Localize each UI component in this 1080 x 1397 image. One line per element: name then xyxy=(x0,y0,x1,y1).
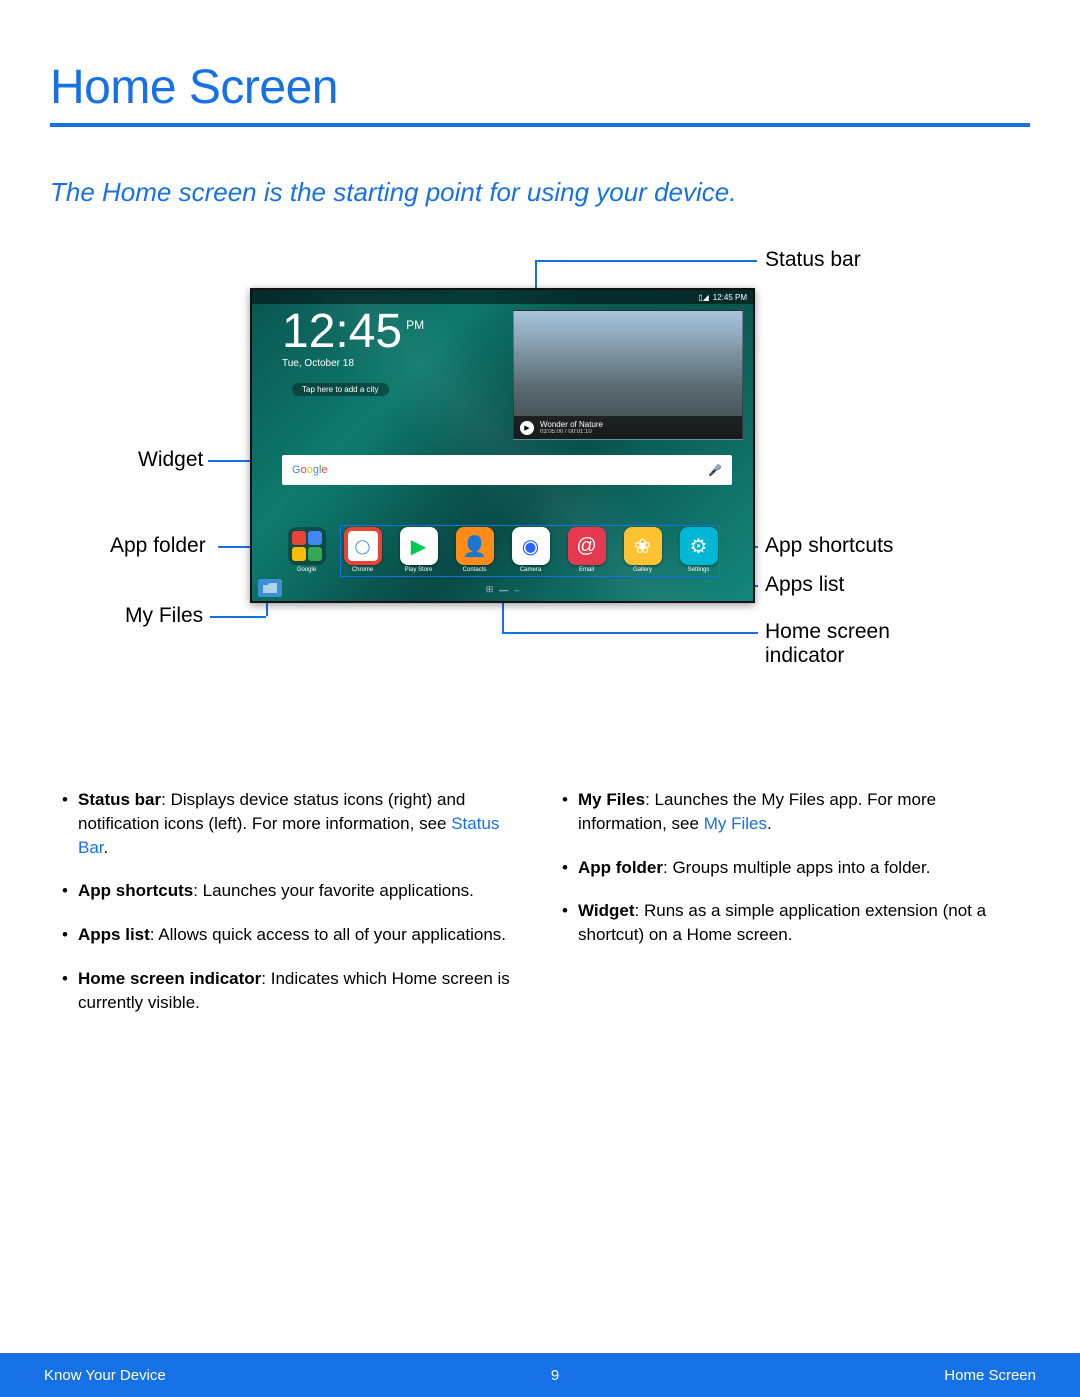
app-icon: ◉ xyxy=(512,527,550,565)
app-icon: @ xyxy=(568,527,606,565)
app-settings: ⚙ Settings xyxy=(678,527,720,573)
app-label: Chrome xyxy=(352,567,373,573)
bullet-term: My Files xyxy=(578,790,645,809)
bullet-term: App folder xyxy=(578,858,663,877)
video-title: Wonder of Nature xyxy=(540,420,736,429)
callout-status-bar: Status bar xyxy=(765,248,861,272)
app-contacts: 👤 Contacts xyxy=(454,527,496,573)
app-label: Google xyxy=(297,567,316,573)
app-label: Email xyxy=(579,567,594,573)
footer: Know Your Device 9 Home Screen xyxy=(0,1353,1080,1397)
footer-right: Home Screen xyxy=(944,1367,1036,1384)
video-widget: ▶ Wonder of Nature 03:05:00 / 00:01:10 xyxy=(513,310,743,440)
page-indicator: ⊞ — – xyxy=(486,584,520,595)
app-label: Camera xyxy=(520,567,541,573)
callout-line xyxy=(210,616,266,618)
device-status-bar: ▯◢ 12:45 PM xyxy=(252,290,753,304)
app-label: Gallery xyxy=(633,567,652,573)
mic-icon: 🎤 xyxy=(708,464,722,477)
callout-home-indicator: Home screen indicator xyxy=(765,620,945,668)
callout-app-shortcuts: App shortcuts xyxy=(765,534,893,558)
callout-line xyxy=(502,632,758,634)
diagram: Status bar Widget App folder My Files Ap… xyxy=(70,248,1010,728)
bullet-item: App folder: Groups multiple apps into a … xyxy=(560,856,1020,880)
app-email: @ Email xyxy=(566,527,608,573)
play-icon: ▶ xyxy=(520,421,534,435)
status-time: 12:45 PM xyxy=(713,293,747,302)
app-play-store: ▶ Play Store xyxy=(398,527,440,573)
signal-icon: ▯◢ xyxy=(698,293,709,302)
indicator-dot: – xyxy=(514,585,519,595)
google-logo: Google xyxy=(292,464,328,476)
app-icon: ◯ xyxy=(344,527,382,565)
callout-apps-list: Apps list xyxy=(765,573,844,597)
clock-time: 12:45 xyxy=(282,308,402,356)
bullet-term: Home screen indicator xyxy=(78,969,261,988)
app-icon: ▶ xyxy=(400,527,438,565)
bullet-term: App shortcuts xyxy=(78,881,193,900)
app-label: Play Store xyxy=(405,567,433,573)
clock-tap-hint: Tap here to add a city xyxy=(292,383,389,396)
bullet-item: Apps list: Allows quick access to all of… xyxy=(60,923,520,947)
callout-widget: Widget xyxy=(138,448,203,472)
subtitle: The Home screen is the starting point fo… xyxy=(50,177,1030,208)
bullet-term: Status bar xyxy=(78,790,161,809)
indicator-dot: — xyxy=(499,585,508,595)
callout-app-folder: App folder xyxy=(110,534,206,558)
callout-line xyxy=(535,260,757,262)
bullet-term: Widget xyxy=(578,901,635,920)
app-label: Contacts xyxy=(463,567,487,573)
tablet-screenshot: ▯◢ 12:45 PM 12:45 PM Tue, October 18 Tap … xyxy=(250,288,755,603)
app-camera: ◉ Camera xyxy=(510,527,552,573)
app-gallery: ❀ Gallery xyxy=(622,527,664,573)
app-dock: Google ◯ Chrome ▶ Play Store 👤 Contacts ◉ Camera… xyxy=(252,527,753,573)
apps-list-indicator-icon: ⊞ xyxy=(486,584,494,595)
app-icon: ❀ xyxy=(624,527,662,565)
bullet-list-left: Status bar: Displays device status icons… xyxy=(60,788,520,1015)
link-status-bar[interactable]: Status Bar xyxy=(78,814,499,857)
app-icon: ⚙ xyxy=(680,527,718,565)
clock-date: Tue, October 18 xyxy=(282,358,424,369)
bullet-term: Apps list xyxy=(78,925,150,944)
app-google: Google xyxy=(286,527,328,573)
app-chrome: ◯ Chrome xyxy=(342,527,384,573)
bullet-list-right: My Files: Launches the My Files app. For… xyxy=(560,788,1020,947)
footer-page-number: 9 xyxy=(551,1367,559,1384)
description-columns: Status bar: Displays device status icons… xyxy=(50,788,1030,1035)
app-label: Settings xyxy=(688,567,710,573)
link-my-files[interactable]: My Files xyxy=(704,814,767,833)
page-title: Home Screen xyxy=(50,60,1030,115)
google-search-widget: Google 🎤 xyxy=(282,455,732,485)
bullet-item: App shortcuts: Launches your favorite ap… xyxy=(60,879,520,903)
bullet-item: Status bar: Displays device status icons… xyxy=(60,788,520,859)
callout-line xyxy=(502,598,504,632)
bullet-item: Widget: Runs as a simple application ext… xyxy=(560,899,1020,947)
bullet-item: Home screen indicator: Indicates which H… xyxy=(60,967,520,1015)
folder-icon xyxy=(288,527,326,565)
clock-widget: 12:45 PM Tue, October 18 Tap here to add … xyxy=(282,308,424,397)
my-files-icon xyxy=(258,579,282,597)
callout-my-files: My Files xyxy=(125,604,203,628)
video-time: 03:05:00 / 00:01:10 xyxy=(540,429,736,435)
footer-left: Know Your Device xyxy=(44,1367,166,1384)
clock-ampm: PM xyxy=(406,318,424,332)
app-icon: 👤 xyxy=(456,527,494,565)
bullet-item: My Files: Launches the My Files app. For… xyxy=(560,788,1020,836)
title-rule xyxy=(50,123,1030,127)
